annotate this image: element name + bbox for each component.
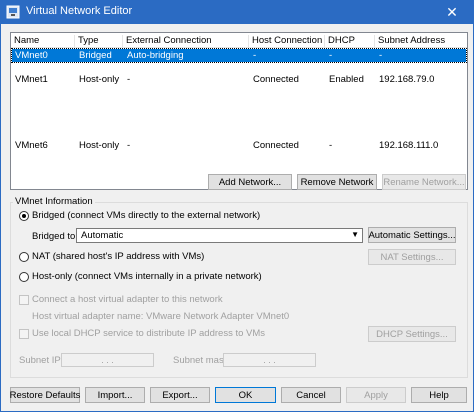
- cancel-button[interactable]: Cancel: [281, 387, 341, 403]
- bridged-to-select[interactable]: Automatic ▼: [76, 228, 363, 243]
- subnet-ip-field[interactable]: . . .: [61, 353, 154, 367]
- cell-host: -: [253, 50, 257, 61]
- column-header-name[interactable]: Name: [11, 35, 75, 48]
- cell-subnet: 192.168.111.0: [379, 140, 439, 151]
- dhcp-settings-button[interactable]: DHCP Settings...: [368, 326, 456, 342]
- table-row[interactable]: VMnet1 Host-only - Connected Enabled 192…: [12, 73, 466, 86]
- import-button[interactable]: Import...: [85, 387, 145, 403]
- cell-type: Host-only: [79, 74, 120, 85]
- chevron-down-icon: ▼: [351, 230, 359, 239]
- nat-settings-button[interactable]: NAT Settings...: [368, 249, 456, 265]
- connect-adapter-checkbox[interactable]: [19, 295, 29, 305]
- title-bar: Virtual Network Editor ✕: [0, 0, 474, 24]
- close-icon[interactable]: ✕: [430, 0, 474, 24]
- nat-label[interactable]: NAT (shared host's IP address with VMs): [32, 251, 204, 262]
- network-editor-icon: [6, 5, 20, 19]
- table-row[interactable]: VMnet6 Host-only - Connected - 192.168.1…: [12, 139, 466, 152]
- cell-name: VMnet1: [15, 74, 48, 85]
- cell-host: Connected: [253, 140, 299, 151]
- cell-type: Host-only: [79, 140, 120, 151]
- column-header-dhcp[interactable]: DHCP: [325, 35, 375, 48]
- subnet-mask-field[interactable]: . . .: [223, 353, 316, 367]
- bridged-label[interactable]: Bridged (connect VMs directly to the ext…: [32, 210, 260, 221]
- host-only-radio[interactable]: [19, 272, 29, 282]
- dhcp-label[interactable]: Use local DHCP service to distribute IP …: [32, 328, 265, 339]
- ok-button[interactable]: OK: [215, 387, 276, 403]
- table-row[interactable]: VMnet0 Bridged Auto-bridging - - -: [11, 48, 467, 63]
- window-title: Virtual Network Editor: [26, 5, 133, 17]
- connect-adapter-label[interactable]: Connect a host virtual adapter to this n…: [32, 294, 223, 305]
- add-network-button[interactable]: Add Network...: [208, 174, 292, 190]
- help-button[interactable]: Help: [411, 387, 467, 403]
- column-header-host[interactable]: Host Connection: [249, 35, 325, 48]
- bridged-radio[interactable]: [19, 211, 29, 221]
- nat-radio[interactable]: [19, 252, 29, 262]
- column-header-external[interactable]: External Connection: [123, 35, 249, 48]
- cell-dhcp: -: [329, 50, 333, 61]
- column-header-type[interactable]: Type: [75, 35, 123, 48]
- bridged-to-label: Bridged to:: [32, 231, 78, 242]
- apply-button[interactable]: Apply: [346, 387, 406, 403]
- cell-subnet: -: [379, 50, 383, 61]
- subnet-ip-label: Subnet IP:: [19, 355, 64, 366]
- cell-dhcp: Enabled: [329, 74, 364, 85]
- cell-external: -: [127, 140, 131, 151]
- cell-name: VMnet6: [15, 140, 48, 151]
- subnet-ip-dots: . . .: [101, 355, 114, 365]
- remove-network-button[interactable]: Remove Network: [297, 174, 377, 190]
- network-list[interactable]: Name Type External Connection Host Conne…: [10, 32, 468, 190]
- cell-host: Connected: [253, 74, 299, 85]
- host-only-label[interactable]: Host-only (connect VMs internally in a p…: [32, 271, 262, 282]
- subnet-mask-dots: . . .: [263, 355, 276, 365]
- automatic-settings-button[interactable]: Automatic Settings...: [368, 227, 456, 243]
- export-button[interactable]: Export...: [150, 387, 210, 403]
- cell-external: -: [127, 74, 131, 85]
- column-header-subnet[interactable]: Subnet Address: [375, 35, 467, 48]
- dialog-body: Name Type External Connection Host Conne…: [0, 24, 474, 412]
- restore-defaults-button[interactable]: Restore Defaults: [10, 387, 80, 403]
- cell-external: Auto-bridging: [127, 50, 184, 61]
- bridged-to-value: Automatic: [81, 230, 124, 241]
- cell-subnet: 192.168.79.0: [379, 74, 435, 85]
- cell-name: VMnet0: [15, 50, 48, 61]
- rename-network-button[interactable]: Rename Network...: [382, 174, 466, 190]
- dhcp-checkbox[interactable]: [19, 329, 29, 339]
- cell-dhcp: -: [329, 140, 333, 151]
- cell-type: Bridged: [79, 50, 112, 61]
- adapter-name-label: Host virtual adapter name: VMware Networ…: [32, 311, 290, 322]
- list-header: Name Type External Connection Host Conne…: [11, 33, 467, 48]
- vmnet-information-label: VMnet Information: [13, 196, 95, 207]
